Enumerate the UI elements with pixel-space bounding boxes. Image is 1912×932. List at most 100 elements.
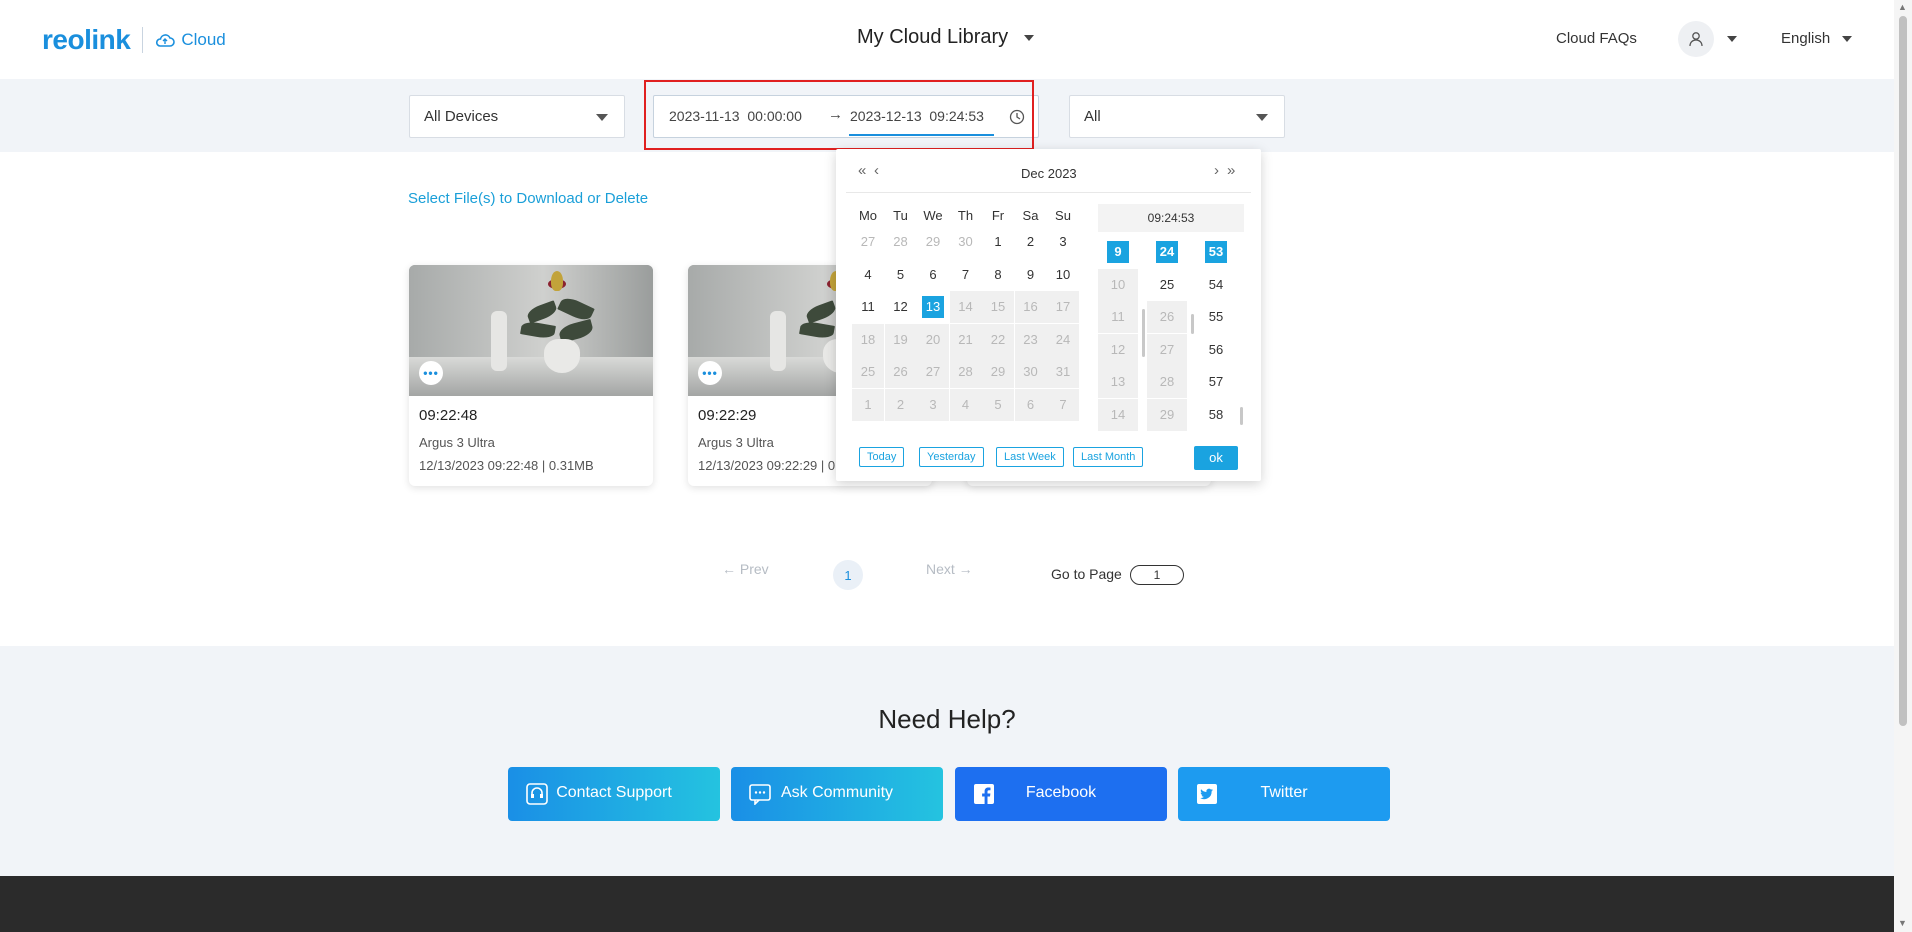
minute-option[interactable]: 29 (1147, 398, 1187, 431)
hour-option[interactable]: 12 (1098, 333, 1138, 366)
video-thumbnail[interactable]: ••• (409, 265, 653, 396)
calendar-day[interactable]: 22 (982, 323, 1014, 356)
hour-option[interactable]: 13 (1098, 366, 1138, 398)
calendar-day[interactable]: 9 (1015, 259, 1047, 291)
hour-option[interactable]: 9 (1098, 236, 1138, 268)
calendar-day[interactable]: 5 (885, 259, 917, 291)
calendar-day[interactable]: 28 (885, 226, 917, 258)
calendar-day[interactable]: 3 (1047, 226, 1079, 258)
prev-year-icon[interactable]: « (858, 162, 866, 179)
quick-today-button[interactable]: Today (859, 447, 905, 467)
second-option[interactable]: 58 (1196, 399, 1236, 431)
calendar-day[interactable]: 6 (917, 259, 949, 291)
more-options-icon[interactable]: ••• (419, 361, 443, 385)
quick-last-week-button[interactable]: Last Week (996, 447, 1064, 467)
language-select[interactable]: English (1781, 30, 1853, 47)
calendar-day[interactable]: 6 (1014, 388, 1047, 421)
calendar-day[interactable]: 7 (1047, 388, 1079, 421)
facebook-button[interactable]: Facebook (955, 767, 1167, 821)
second-option[interactable]: 55 (1196, 301, 1236, 333)
calendar-day[interactable]: 20 (917, 323, 949, 356)
device-select[interactable]: All Devices (409, 95, 625, 138)
minute-column[interactable]: 24 25 26 27 28 29 (1147, 236, 1187, 431)
calendar-day[interactable]: 2 (1015, 226, 1047, 258)
calendar-day[interactable]: 4 (852, 259, 884, 291)
scroll-up-icon[interactable]: ▲ (1898, 2, 1907, 12)
minute-option[interactable]: 24 (1147, 236, 1187, 268)
calendar-day[interactable]: 5 (982, 388, 1014, 421)
minute-scrollbar[interactable] (1191, 314, 1194, 334)
second-option[interactable]: 53 (1196, 236, 1236, 268)
second-option[interactable]: 57 (1196, 366, 1236, 398)
second-option[interactable]: 54 (1196, 269, 1236, 301)
ok-button[interactable]: ok (1194, 446, 1238, 470)
calendar-day[interactable]: 30 (1014, 356, 1047, 388)
hour-option[interactable]: 14 (1098, 398, 1138, 431)
video-card[interactable]: ••• 09:22:48 Argus 3 Ultra 12/13/2023 09… (409, 265, 653, 486)
calendar-day[interactable]: 16 (1014, 291, 1047, 323)
calendar-day[interactable]: 12 (885, 291, 917, 323)
calendar-day[interactable]: 21 (949, 323, 982, 356)
calendar-day[interactable]: 26 (884, 356, 917, 388)
minute-option[interactable]: 26 (1147, 301, 1187, 333)
page-scrollbar[interactable]: ▲ ▼ (1894, 0, 1912, 932)
avatar[interactable] (1678, 21, 1714, 57)
select-files-link[interactable]: Select File(s) to Download or Delete (408, 190, 648, 207)
calendar-day[interactable]: 8 (982, 259, 1014, 291)
hour-option[interactable]: 10 (1098, 268, 1138, 301)
scrollbar-thumb[interactable] (1899, 16, 1907, 726)
scroll-down-icon[interactable]: ▼ (1898, 918, 1907, 928)
minute-option[interactable]: 25 (1147, 269, 1187, 301)
reolink-logo[interactable]: reolink Cloud (42, 24, 226, 56)
hour-column[interactable]: 9 10 11 12 13 14 (1098, 236, 1138, 431)
hour-option[interactable]: 11 (1098, 301, 1138, 333)
contact-support-button[interactable]: Contact Support (508, 767, 720, 821)
cloud-faqs-link[interactable]: Cloud FAQs (1556, 30, 1637, 47)
calendar-day[interactable]: 19 (884, 323, 917, 356)
calendar-day[interactable]: 3 (917, 388, 949, 421)
calendar-day[interactable]: 18 (852, 323, 884, 356)
calendar-day[interactable]: 4 (949, 388, 982, 421)
page-1-button[interactable]: 1 (833, 560, 863, 590)
next-year-icon[interactable]: » (1227, 162, 1235, 179)
hour-scrollbar[interactable] (1142, 309, 1145, 357)
calendar-day[interactable]: 30 (950, 226, 982, 258)
calendar-day[interactable]: 17 (1047, 291, 1079, 323)
minute-option[interactable]: 28 (1147, 366, 1187, 398)
calendar-day[interactable]: 24 (1047, 323, 1079, 356)
calendar-day[interactable]: 1 (982, 226, 1014, 258)
next-month-icon[interactable]: › (1214, 162, 1219, 179)
calendar-day[interactable]: 14 (949, 291, 982, 323)
calendar-day[interactable]: 28 (949, 356, 982, 388)
quick-yesterday-button[interactable]: Yesterday (919, 447, 984, 467)
prev-page-button[interactable]: ← Prev (722, 561, 769, 577)
event-type-select[interactable]: All (1069, 95, 1285, 138)
calendar-day[interactable]: 25 (852, 356, 884, 388)
calendar-day[interactable]: 29 (917, 226, 949, 258)
calendar-day[interactable]: 31 (1047, 356, 1079, 388)
library-switcher[interactable]: My Cloud Library (857, 26, 1035, 49)
twitter-button[interactable]: Twitter (1178, 767, 1390, 821)
calendar-day[interactable]: 11 (852, 291, 884, 323)
prev-month-icon[interactable]: ‹ (874, 162, 879, 179)
calendar-day[interactable]: 10 (1047, 259, 1079, 291)
goto-page-input[interactable]: 1 (1130, 565, 1184, 585)
calendar-day[interactable]: 27 (917, 356, 949, 388)
calendar-day[interactable]: 27 (852, 226, 884, 258)
ask-community-button[interactable]: Ask Community (731, 767, 943, 821)
calendar-day[interactable]: 23 (1014, 323, 1047, 356)
next-page-button[interactable]: Next → (926, 561, 973, 577)
account-menu-chevron-icon[interactable] (1727, 36, 1737, 42)
calendar-day[interactable]: 1 (852, 388, 884, 421)
second-option[interactable]: 56 (1196, 334, 1236, 366)
more-options-icon[interactable]: ••• (698, 361, 722, 385)
calendar-day[interactable]: 29 (982, 356, 1014, 388)
minute-option[interactable]: 27 (1147, 333, 1187, 366)
calendar-day[interactable]: 2 (884, 388, 917, 421)
calendar-day[interactable]: 7 (950, 259, 982, 291)
second-column[interactable]: 53 54 55 56 57 58 (1196, 236, 1236, 428)
calendar-day[interactable]: 13 (917, 291, 949, 323)
picker-month-label[interactable]: Dec 2023 (1021, 166, 1077, 181)
second-scrollbar[interactable] (1240, 407, 1243, 425)
calendar-day[interactable]: 15 (982, 291, 1014, 323)
